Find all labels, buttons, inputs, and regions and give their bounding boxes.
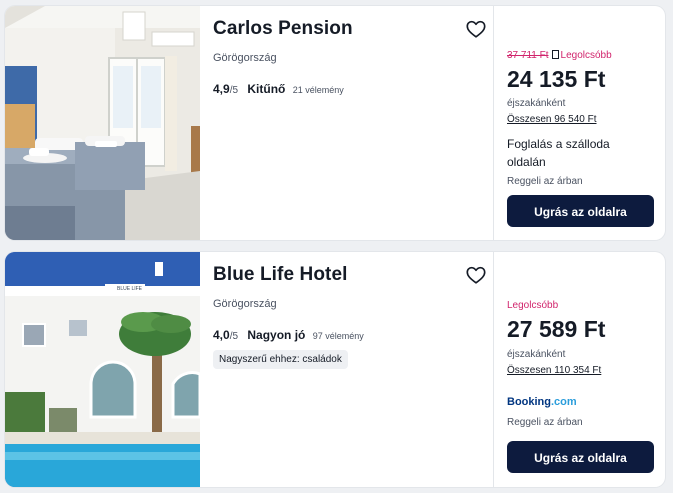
price-panel: Legolcsóbb 27 589 Ft éjszakánként Összes…: [507, 252, 655, 487]
hotel-card[interactable]: BLUE LIFE Blue Life Hotel Görögország 4,…: [5, 252, 665, 487]
deal-label: Legolcsóbb: [560, 50, 612, 61]
deal-row: 37 711 Ft Legolcsóbb: [507, 50, 612, 61]
total-price-link[interactable]: Összesen 110 354 Ft: [507, 365, 601, 376]
per-night-label: éjszakánként: [507, 349, 566, 360]
rating-score: 4,9: [213, 82, 230, 96]
booking-logo: Booking.com: [507, 396, 577, 408]
hotel-photo[interactable]: [5, 6, 200, 240]
rating-scale: /5: [229, 331, 239, 342]
rating-scale: /5: [229, 85, 239, 96]
deal-label: Legolcsóbb: [507, 300, 559, 311]
hotel-name[interactable]: Blue Life Hotel: [213, 264, 348, 286]
breakfast-note: Reggeli az árban: [507, 417, 583, 428]
heart-outline-icon[interactable]: [465, 18, 487, 40]
rating-row: 4,9/5 Kitűnő 21 vélemény: [213, 82, 344, 96]
hotel-photo[interactable]: BLUE LIFE: [5, 252, 200, 487]
booking-note: Foglalás a szálloda oldalán: [507, 137, 610, 169]
review-count: 97 vélemény: [312, 331, 364, 341]
hotel-card[interactable]: Carlos Pension Görögország 4,9/5 Kitűnő …: [5, 6, 665, 240]
old-price: 37 711 Ft: [507, 50, 549, 61]
hotel-sign: BLUE LIFE: [117, 286, 143, 292]
go-to-site-button[interactable]: Ugrás az oldalra: [507, 441, 654, 473]
price-panel: 37 711 Ft Legolcsóbb 24 135 Ft éjszakánké…: [507, 6, 655, 240]
deal-box-icon: [551, 50, 559, 59]
rating-word: Kitűnő: [247, 82, 286, 96]
divider: [493, 252, 494, 487]
go-to-site-button[interactable]: Ugrás az oldalra: [507, 195, 654, 227]
family-tag: Nagyszerű ehhez: családok: [213, 350, 348, 369]
per-night-label: éjszakánként: [507, 98, 566, 109]
price-amount: 27 589 Ft: [507, 316, 606, 342]
rating-word: Nagyon jó: [247, 328, 306, 342]
hotel-info: Blue Life Hotel Görögország 4,0/5 Nagyon…: [213, 252, 493, 487]
room-photo-image: [5, 6, 200, 240]
rating-row: 4,0/5 Nagyon jó 97 vélemény: [213, 328, 364, 342]
divider: [493, 6, 494, 240]
hotel-country: Görögország: [213, 52, 277, 64]
hotel-country: Görögország: [213, 298, 277, 310]
hotel-info: Carlos Pension Görögország 4,9/5 Kitűnő …: [213, 6, 493, 240]
hotel-exterior-photo-image: BLUE LIFE: [5, 252, 200, 487]
breakfast-note: Reggeli az árban: [507, 176, 583, 187]
price-amount: 24 135 Ft: [507, 66, 606, 92]
hotel-name[interactable]: Carlos Pension: [213, 18, 353, 40]
rating-score: 4,0: [213, 328, 230, 342]
heart-outline-icon[interactable]: [465, 264, 487, 286]
total-price-link[interactable]: Összesen 96 540 Ft: [507, 114, 597, 125]
review-count: 21 vélemény: [292, 85, 344, 95]
